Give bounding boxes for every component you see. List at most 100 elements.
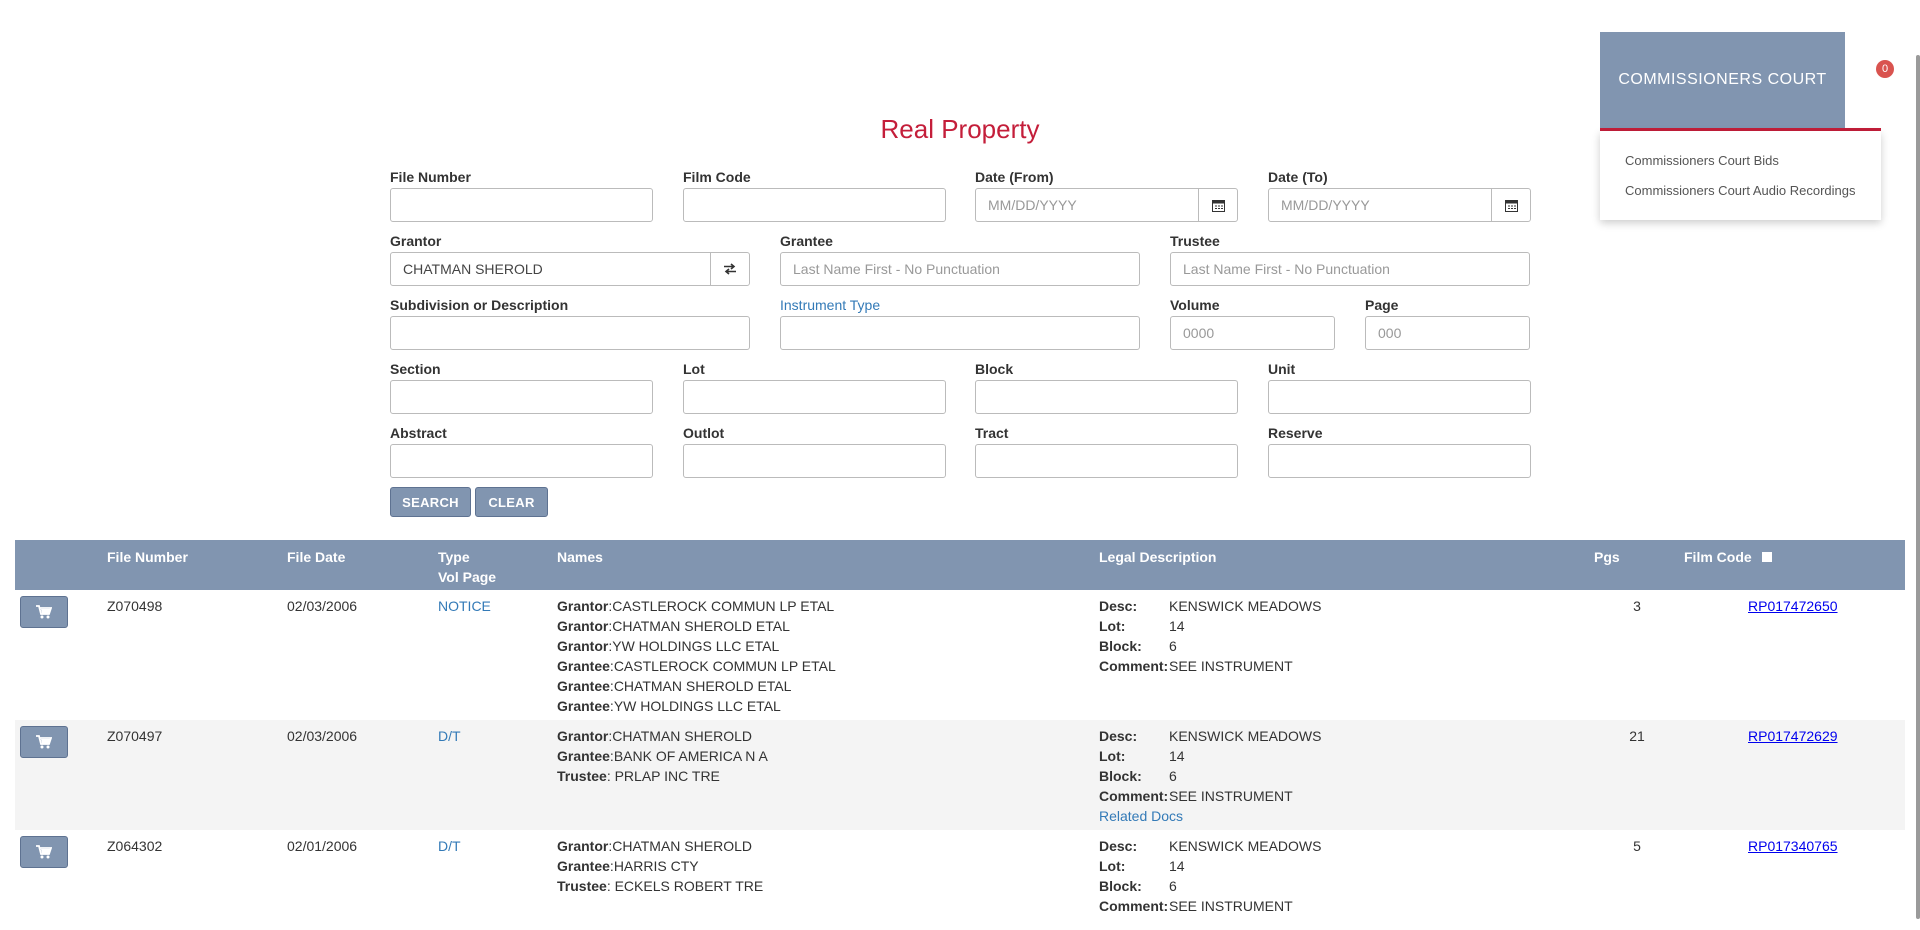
instrument-type-link[interactable]: D/T (438, 836, 461, 856)
col-file-number[interactable]: File Number (107, 547, 188, 567)
volume-input[interactable]: 0000 (1170, 316, 1335, 350)
name-entry: Grantor:CHATMAN SHEROLD ETAL (557, 616, 836, 636)
clear-button[interactable]: CLEAR (475, 487, 548, 517)
col-type-vol-page[interactable]: Type Vol Page (438, 547, 496, 587)
name-entry: Grantor:CHATMAN SHEROLD (557, 726, 768, 746)
pages-cell: 21 (1629, 728, 1645, 744)
cart-count-badge[interactable]: 0 (1876, 60, 1894, 78)
grantee-input[interactable]: Last Name First - No Punctuation (780, 252, 1140, 286)
col-file-date[interactable]: File Date (287, 547, 345, 567)
date-from-calendar-button[interactable] (1198, 188, 1238, 222)
legal-description-cell: Desc: KENSWICK MEADOWS Lot: 14 Block: 6 Commen… (1099, 836, 1321, 916)
menu-label: COMMISSIONERS COURT (1618, 71, 1827, 88)
select-all-checkbox[interactable] (1761, 552, 1772, 562)
legal-value: SEE INSTRUMENT (1169, 658, 1293, 674)
page-scrollbar[interactable] (1916, 55, 1920, 919)
abstract-input[interactable] (390, 444, 653, 478)
legal-label: Lot: (1099, 858, 1126, 874)
block-input[interactable] (975, 380, 1238, 414)
date-to-calendar-button[interactable] (1491, 188, 1531, 222)
legal-value: KENSWICK MEADOWS (1169, 598, 1322, 614)
col-pgs[interactable]: Pgs (1594, 547, 1620, 567)
name-role: Grantor (557, 598, 609, 614)
instrument-type-link[interactable]: NOTICE (438, 596, 491, 616)
add-to-cart-button[interactable] (20, 726, 68, 758)
outlot-input[interactable] (683, 444, 946, 478)
col-names[interactable]: Names (557, 547, 603, 567)
file-number-input[interactable] (390, 188, 653, 222)
page-input[interactable]: 000 (1365, 316, 1530, 350)
name-role: Grantor (557, 638, 609, 654)
search-button[interactable]: SEARCH (390, 487, 471, 517)
grantee-field: Grantee Last Name First - No Punctuation (780, 232, 1140, 286)
calendar-icon (1211, 199, 1225, 212)
legal-value: 14 (1169, 858, 1185, 874)
legal-label: Comment: (1099, 898, 1169, 914)
section-input[interactable] (390, 380, 653, 414)
block-label: Block (975, 361, 1014, 377)
subdivision-input[interactable] (390, 316, 750, 350)
legal-entry: Desc: KENSWICK MEADOWS (1099, 836, 1321, 856)
name-entry: Grantee:YW HOLDINGS LLC ETAL (557, 696, 836, 716)
col-legal-description[interactable]: Legal Description (1099, 547, 1216, 567)
name-role: Grantee (557, 858, 610, 874)
section-field: Section (390, 360, 653, 414)
grantor-input[interactable]: CHATMAN SHEROLD (390, 252, 711, 286)
film-code-field: Film Code (683, 168, 946, 222)
unit-input[interactable] (1268, 380, 1531, 414)
related-docs-link[interactable]: Related Docs (1099, 806, 1321, 826)
legal-label: Lot: (1099, 748, 1126, 764)
block-field: Block (975, 360, 1238, 414)
film-code-link[interactable]: RP017472650 (1748, 596, 1838, 616)
legal-label: Desc: (1099, 838, 1138, 854)
film-code-link[interactable]: RP017340765 (1748, 836, 1838, 856)
name-entry: Grantor:CHATMAN SHEROLD (557, 836, 763, 856)
name-value: YW HOLDINGS LLC ETAL (613, 698, 781, 714)
lot-label: Lot (683, 361, 705, 377)
dropdown-item-bids[interactable]: Commissioners Court Bids (1600, 151, 1881, 181)
names-cell: Grantor:CHATMAN SHEROLD Grantee:BANK OF A… (557, 726, 768, 786)
col-type-label: Type (438, 549, 470, 565)
section-label: Section (390, 361, 441, 377)
name-role: Grantee (557, 678, 610, 694)
file-number-cell: Z070497 (107, 728, 163, 744)
legal-entry: Desc: KENSWICK MEADOWS (1099, 726, 1321, 746)
film-code-link[interactable]: RP017472629 (1748, 726, 1838, 746)
lot-field: Lot (683, 360, 946, 414)
col-film-code[interactable]: Film Code (1684, 547, 1772, 567)
legal-entry: Comment:SEE INSTRUMENT (1099, 656, 1321, 676)
date-from-input[interactable]: MM/DD/YYYY (975, 188, 1199, 222)
name-value: CASTLEROCK COMMUN LP ETAL (613, 658, 836, 674)
subdivision-field: Subdivision or Description (390, 296, 750, 350)
lot-input[interactable] (683, 380, 946, 414)
instrument-type-input[interactable] (780, 316, 1140, 350)
names-cell: Grantor:CASTLEROCK COMMUN LP ETAL Grantor… (557, 596, 836, 716)
trustee-input[interactable]: Last Name First - No Punctuation (1170, 252, 1530, 286)
swap-grantor-grantee-button[interactable] (710, 252, 750, 286)
instrument-type-link[interactable]: D/T (438, 726, 461, 746)
page-field: Page 000 (1365, 296, 1530, 350)
add-to-cart-button[interactable] (20, 596, 68, 628)
tract-field: Tract (975, 424, 1238, 478)
legal-value: 14 (1169, 748, 1185, 764)
name-role: Grantee (557, 658, 610, 674)
instrument-type-link[interactable]: Instrument Type (780, 296, 880, 314)
name-value: PRLAP INC TRE (614, 768, 720, 784)
tract-input[interactable] (975, 444, 1238, 478)
cart-icon (36, 845, 52, 859)
abstract-label: Abstract (390, 425, 447, 441)
grantor-field: Grantor CHATMAN SHEROLD (390, 232, 750, 286)
name-role: Trustee (557, 878, 607, 894)
outlot-label: Outlot (683, 425, 725, 441)
abstract-field: Abstract (390, 424, 653, 478)
add-to-cart-button[interactable] (20, 836, 68, 868)
legal-label: Block: (1099, 878, 1142, 894)
name-entry: Trustee: ECKELS ROBERT TRE (557, 876, 763, 896)
date-to-input[interactable]: MM/DD/YYYY (1268, 188, 1492, 222)
date-to-field: Date (To) MM/DD/YYYY (1268, 168, 1531, 222)
dropdown-item-audio-recordings[interactable]: Commissioners Court Audio Recordings (1600, 181, 1881, 211)
col-vol-page-label: Vol Page (438, 569, 497, 585)
reserve-input[interactable] (1268, 444, 1531, 478)
film-code-input[interactable] (683, 188, 946, 222)
file-number-field: File Number (390, 168, 653, 222)
